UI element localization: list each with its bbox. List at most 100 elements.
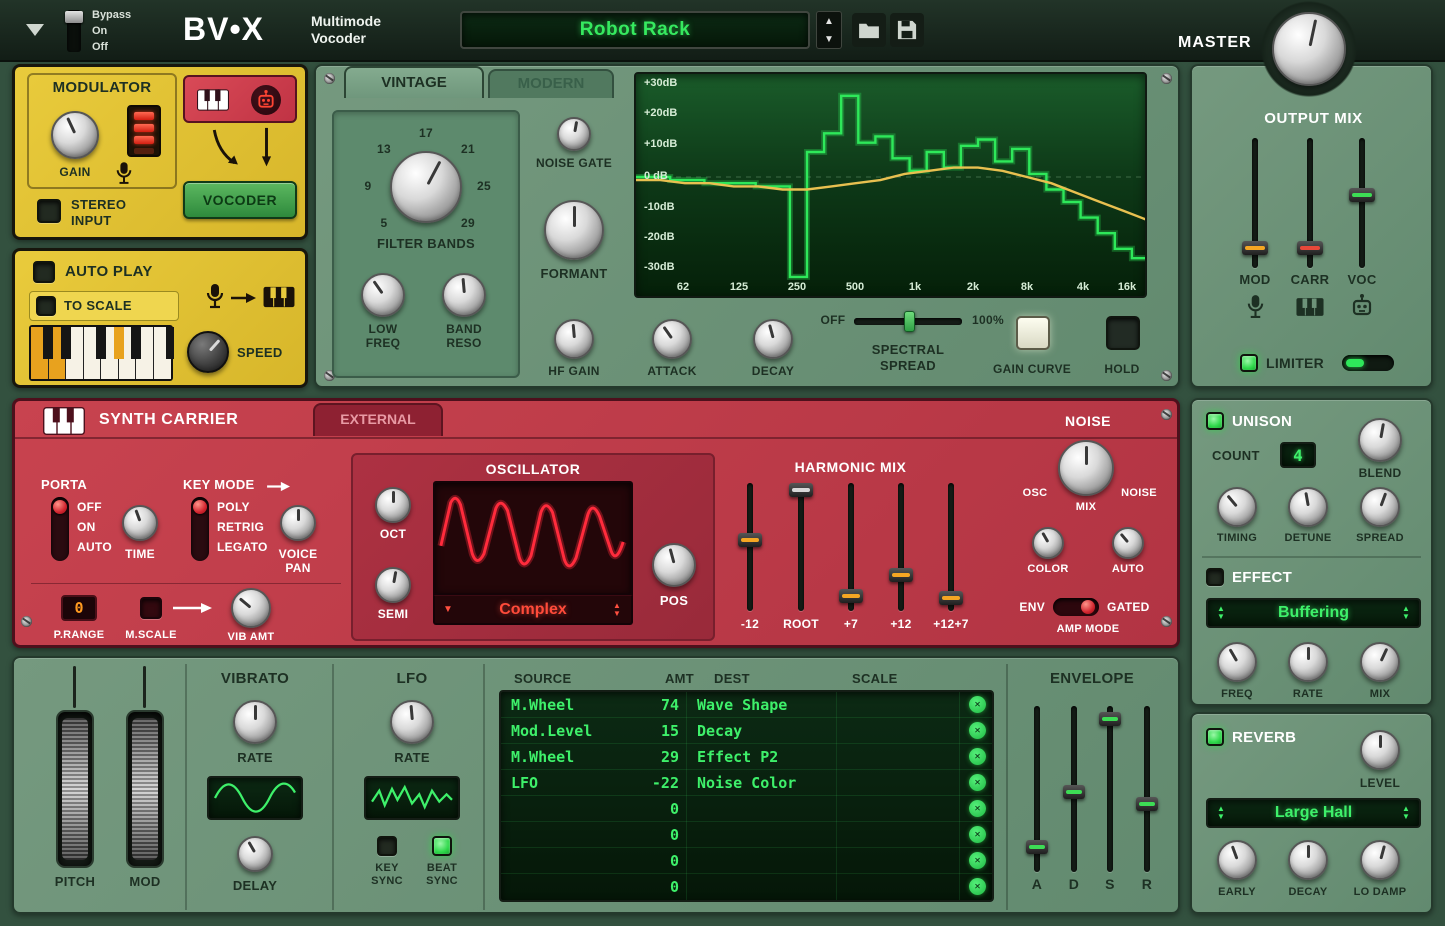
limiter-led[interactable] — [1240, 354, 1258, 372]
vocoder-button[interactable]: VOCODER — [183, 181, 297, 219]
reverb-led[interactable] — [1206, 728, 1224, 746]
gain-curve-button[interactable] — [1016, 316, 1050, 350]
harmonic-slider-track[interactable] — [747, 483, 753, 611]
mod-slider-handle[interactable] — [1242, 241, 1268, 255]
save-preset-button[interactable] — [890, 13, 924, 47]
spectral-spread-slider[interactable] — [854, 318, 962, 325]
env-release-handle[interactable] — [1136, 797, 1158, 811]
pitch-wheel-surface[interactable] — [62, 718, 88, 860]
formant-knob[interactable] — [544, 200, 604, 260]
bypass-switch[interactable] — [67, 10, 81, 52]
effect-led[interactable] — [1206, 568, 1224, 586]
mod-wheel-surface[interactable] — [132, 718, 158, 860]
matrix-row[interactable]: 0 ✕ — [501, 796, 992, 822]
matrix-row[interactable]: M.Wheel74Wave Shape ✕ — [501, 692, 992, 718]
count-display[interactable]: 4 — [1280, 442, 1316, 468]
matrix-row[interactable]: LFO-22Noise Color ✕ — [501, 770, 992, 796]
noise-auto-knob[interactable] — [1112, 527, 1144, 559]
attack-knob[interactable] — [652, 319, 692, 359]
effect-select-left-spinner[interactable]: ▲▼ — [1215, 605, 1227, 621]
hf-gain-knob[interactable] — [554, 319, 594, 359]
harmonic-slider-plus12[interactable] — [889, 568, 913, 582]
porta-switch-handle[interactable] — [53, 500, 67, 514]
decay-knob[interactable] — [753, 319, 793, 359]
autoplay-checkbox[interactable] — [33, 261, 55, 283]
harmonic-slider-plus12plus7[interactable] — [939, 591, 963, 605]
spectral-spread-handle[interactable] — [904, 311, 915, 332]
bypass-switch-handle[interactable] — [65, 11, 83, 23]
pitch-wheel[interactable] — [56, 710, 94, 868]
amp-mode-switch-handle[interactable] — [1081, 600, 1095, 614]
filter-bands-knob[interactable] — [390, 151, 462, 223]
detune-knob[interactable] — [1288, 487, 1328, 527]
tab-modern[interactable]: MODERN — [488, 69, 614, 98]
noise-gate-knob[interactable] — [557, 117, 591, 151]
unison-led[interactable] — [1206, 412, 1224, 430]
amp-mode-switch[interactable] — [1053, 598, 1099, 616]
key-mode-switch[interactable] — [191, 497, 209, 561]
matrix-row[interactable]: 0 ✕ — [501, 848, 992, 874]
matrix-row[interactable]: 0 ✕ — [501, 874, 992, 900]
to-scale-checkbox[interactable] — [36, 296, 56, 316]
stereo-input-checkbox[interactable] — [37, 199, 61, 223]
timing-knob[interactable] — [1217, 487, 1257, 527]
harmonic-slider-track[interactable] — [898, 483, 904, 611]
tab-vintage[interactable]: VINTAGE — [344, 66, 484, 98]
matrix-delete-button[interactable]: ✕ — [969, 748, 986, 765]
speed-knob[interactable] — [187, 331, 229, 373]
modulator-gain-knob[interactable] — [51, 111, 99, 159]
env-slider-track[interactable] — [1144, 706, 1150, 872]
env-decay-handle[interactable] — [1063, 785, 1085, 799]
harmonic-slider-track[interactable] — [798, 483, 804, 611]
reverb-select[interactable]: ▲▼ Large Hall ▲▼ — [1206, 798, 1421, 828]
blend-knob[interactable] — [1358, 418, 1402, 462]
matrix-delete-button[interactable]: ✕ — [969, 800, 986, 817]
carr-slider-handle[interactable] — [1297, 241, 1323, 255]
voc-slider-handle[interactable] — [1349, 188, 1375, 202]
env-slider-track[interactable] — [1107, 706, 1113, 872]
reverb-level-knob[interactable] — [1360, 730, 1400, 770]
master-knob[interactable] — [1272, 12, 1346, 86]
preset-down-button[interactable]: ▼ — [817, 31, 841, 48]
oct-knob[interactable] — [375, 487, 411, 523]
matrix-delete-button[interactable]: ✕ — [969, 852, 986, 869]
vibrato-delay-knob[interactable] — [237, 836, 273, 872]
harmonic-slider-root[interactable] — [789, 483, 813, 497]
lfo-rate-knob[interactable] — [390, 700, 434, 744]
matrix-delete-button[interactable]: ✕ — [969, 774, 986, 791]
band-reso-knob[interactable] — [442, 273, 486, 317]
beat-sync-checkbox[interactable] — [432, 836, 452, 856]
matrix-row[interactable]: Mod.Level15Decay ✕ — [501, 718, 992, 744]
effect-freq-knob[interactable] — [1217, 642, 1257, 682]
preset-display[interactable]: Robot Rack — [460, 11, 810, 49]
hold-button[interactable] — [1106, 316, 1140, 350]
env-attack-handle[interactable] — [1026, 840, 1048, 854]
pos-knob[interactable] — [652, 543, 696, 587]
env-sustain-handle[interactable] — [1099, 712, 1121, 726]
mscale-checkbox[interactable] — [140, 597, 162, 619]
reverb-decay-knob[interactable] — [1288, 840, 1328, 880]
reverb-early-knob[interactable] — [1217, 840, 1257, 880]
key-sync-checkbox[interactable] — [377, 836, 397, 856]
mini-keyboard[interactable] — [29, 325, 173, 381]
effect-select[interactable]: ▲▼ Buffering ▲▼ — [1206, 598, 1421, 628]
reverb-select-left-spinner[interactable]: ▲▼ — [1215, 805, 1227, 821]
mod-wheel[interactable] — [126, 710, 164, 868]
matrix-delete-button[interactable]: ✕ — [969, 878, 986, 895]
preset-up-button[interactable]: ▲ — [817, 12, 841, 31]
effect-select-right-spinner[interactable]: ▲▼ — [1400, 605, 1412, 621]
voc-slider-track[interactable] — [1359, 138, 1365, 268]
matrix-delete-button[interactable]: ✕ — [969, 826, 986, 843]
low-freq-knob[interactable] — [361, 273, 405, 317]
harmonic-slider-minus12[interactable] — [738, 533, 762, 547]
harmonic-slider-plus7[interactable] — [839, 589, 863, 603]
matrix-row[interactable]: 0 ✕ — [501, 822, 992, 848]
spread-knob[interactable] — [1360, 487, 1400, 527]
matrix-delete-button[interactable]: ✕ — [969, 696, 986, 713]
keyboard-source-icon[interactable] — [197, 88, 229, 117]
reverb-lodamp-knob[interactable] — [1360, 840, 1400, 880]
wave-select-caret-icon[interactable]: ▼ — [443, 604, 453, 615]
semi-knob[interactable] — [375, 567, 411, 603]
vibrato-rate-knob[interactable] — [233, 700, 277, 744]
pitch-range-display[interactable]: 0 — [61, 595, 97, 621]
